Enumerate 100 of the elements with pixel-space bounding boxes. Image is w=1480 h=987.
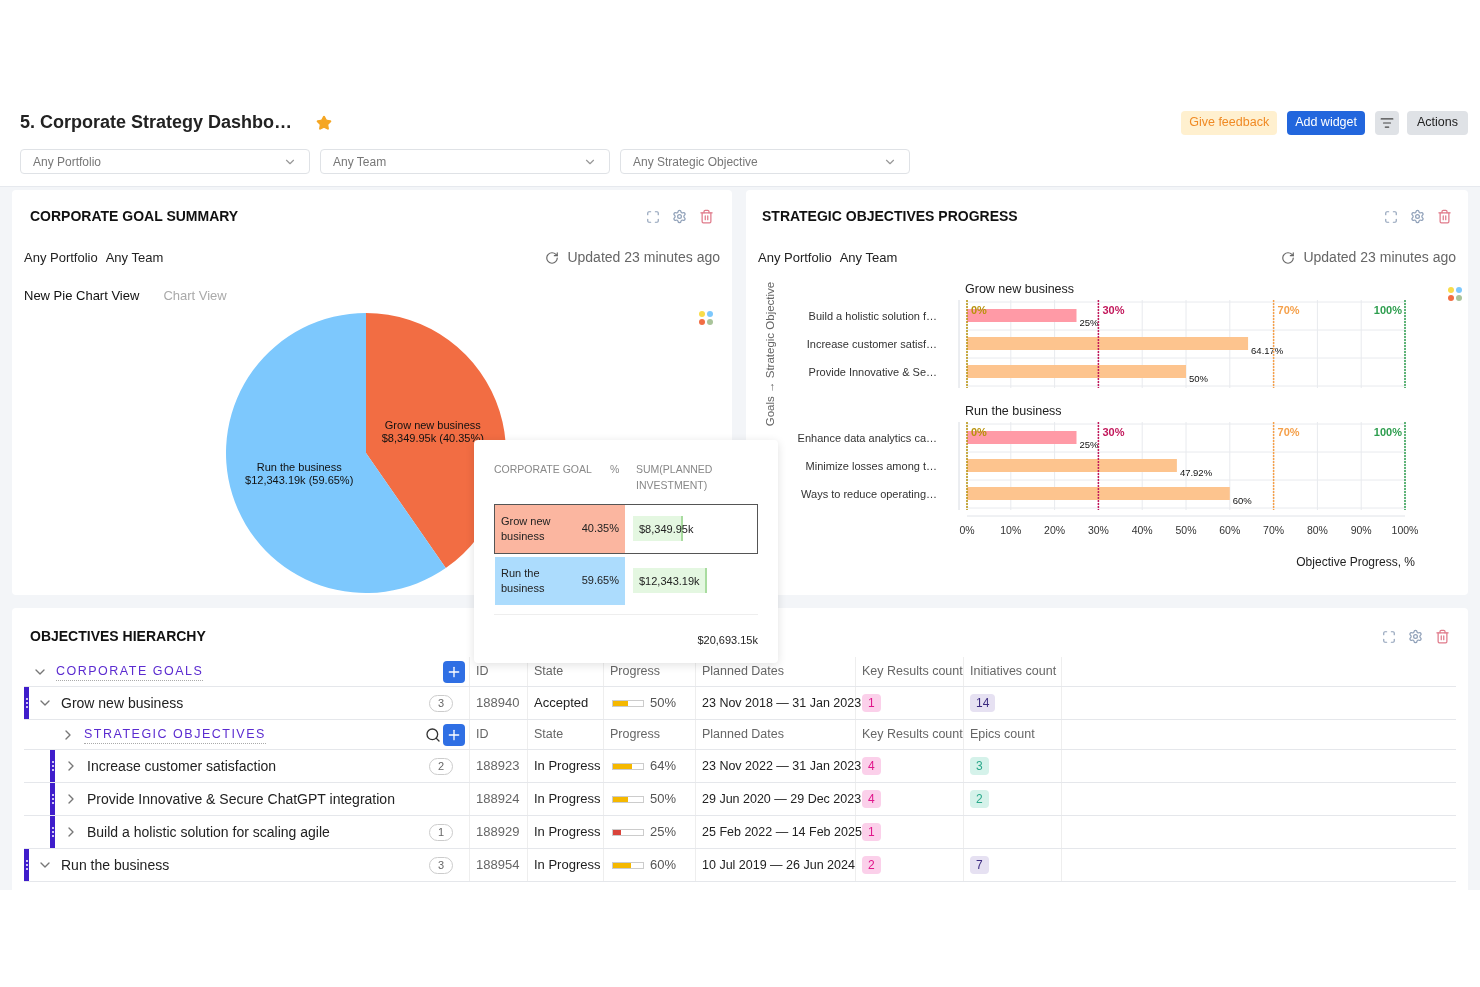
threshold-label: 100%: [1373, 426, 1402, 438]
drag-handle[interactable]: [50, 816, 55, 848]
row-title[interactable]: Grow new business: [61, 692, 184, 714]
progress-bar: [612, 762, 644, 770]
updated-label: Updated 23 minutes ago: [1303, 248, 1456, 267]
dates-cell-text: 25 Feb 2022 — 14 Feb 2025: [702, 823, 862, 841]
id-cell-text: 188923: [476, 757, 520, 776]
progress-value: 60%: [650, 856, 677, 875]
state-cell-text: Accepted: [534, 694, 589, 713]
palette-icon[interactable]: [1447, 286, 1463, 302]
dates-cell-text: 23 Nov 2022 — 31 Jan 2023: [702, 757, 862, 775]
section-label[interactable]: CORPORATE GOALS: [56, 661, 204, 682]
column-header: Planned Dates: [702, 663, 784, 681]
add-button[interactable]: [443, 723, 465, 746]
tick-label: 50%: [1175, 524, 1197, 536]
column-header: Epics count: [970, 726, 1035, 744]
settings-icon[interactable]: [1410, 209, 1425, 224]
sum-cell: $12,343.19k: [633, 568, 707, 593]
filter-label: Any Portfolio: [24, 248, 98, 267]
column-header: CORPORATE GOAL: [494, 462, 593, 477]
refresh-icon[interactable]: [1281, 250, 1296, 265]
drag-handle[interactable]: [50, 750, 55, 782]
actions-button[interactable]: Actions: [1407, 110, 1468, 135]
tick-label: 30%: [1087, 524, 1109, 536]
column-header: %: [610, 462, 621, 477]
refresh-icon[interactable]: [545, 250, 560, 265]
panel-title: CORPORATE GOAL SUMMARY: [30, 207, 239, 226]
column-header: State: [534, 726, 564, 744]
dashboard-title: 5. Corporate Strategy Dashbo…: [20, 111, 293, 134]
row-title[interactable]: Increase customer satisfaction: [87, 755, 277, 777]
favorite-star-icon[interactable]: [316, 114, 333, 131]
axis-label: Build a holistic solution f…: [808, 310, 937, 322]
state-cell-text: In Progress: [534, 790, 601, 809]
delete-icon[interactable]: [699, 209, 714, 224]
dates-cell-text: 23 Nov 2018 — 31 Jan 2023: [702, 694, 862, 712]
row-title[interactable]: Build a holistic solution for scaling agile: [87, 821, 330, 843]
tick-label: 70%: [1263, 524, 1285, 536]
tick-label: 40%: [1131, 524, 1153, 536]
filter-dropdown[interactable]: Any Team: [320, 149, 610, 174]
add-widget-button[interactable]: Add widget: [1287, 110, 1365, 135]
view-tab[interactable]: New Pie Chart View: [24, 286, 140, 306]
state-cell-text: In Progress: [534, 856, 601, 875]
progress-bar: [612, 828, 644, 836]
column-header: ID: [476, 726, 489, 744]
progress-value: 50%: [650, 790, 677, 809]
slice-label: Run the business $12,343.19k (59.65%): [245, 460, 354, 486]
epics-badge: 2: [970, 790, 989, 808]
delete-icon[interactable]: [1437, 209, 1452, 224]
tick-label: 60%: [1219, 524, 1241, 536]
epics-badge: 3: [970, 757, 989, 775]
dates-cell-text: 10 Jul 2019 — 26 Jun 2024: [702, 856, 855, 874]
section-label[interactable]: STRATEGIC OBJECTIVES: [84, 724, 266, 745]
search-icon[interactable]: [425, 726, 441, 743]
row-title[interactable]: Run the business: [61, 854, 170, 876]
state-cell-text: In Progress: [534, 823, 601, 842]
goal-name: Run the business: [501, 565, 546, 596]
row-title[interactable]: Provide Innovative & Secure ChatGPT integration: [87, 788, 395, 810]
axis-label: Enhance data analytics ca…: [797, 432, 937, 444]
drag-handle[interactable]: [50, 783, 55, 815]
settings-icon[interactable]: [672, 209, 687, 224]
value-label: 60%: [1232, 495, 1252, 506]
threshold-label: 70%: [1277, 426, 1300, 438]
column-header: ID: [476, 663, 489, 681]
settings-icon[interactable]: [1408, 629, 1423, 644]
add-button[interactable]: [443, 660, 465, 683]
column-header: Initiatives count: [970, 663, 1057, 681]
column-header: SUM(PLANNED INVESTMENT): [636, 462, 714, 493]
initiatives-badge: 14: [970, 694, 996, 712]
key-results-badge: 4: [862, 757, 881, 775]
filter-dropdown[interactable]: Any Portfolio: [20, 149, 310, 174]
delete-icon[interactable]: [1435, 629, 1450, 644]
palette-icon[interactable]: [698, 309, 714, 326]
tick-label: 90%: [1350, 524, 1372, 536]
value-label: 64.17%: [1251, 345, 1284, 356]
tick-label: 100%: [1391, 524, 1419, 536]
column-header: Key Results count: [862, 663, 963, 681]
filter-dropdown[interactable]: Any Strategic Objective: [620, 149, 910, 174]
legend-row[interactable]: Grow new business 40.35% $8,349.95k: [494, 503, 758, 554]
tick-label: 20%: [1044, 524, 1066, 536]
progress-value: 50%: [650, 694, 677, 713]
progress-bar: [612, 795, 644, 803]
progress-value: 64%: [650, 757, 677, 776]
filter-button[interactable]: [1375, 110, 1399, 135]
progress-value: 25%: [650, 823, 677, 842]
tick-label: 10%: [1000, 524, 1022, 536]
threshold-label: 70%: [1277, 304, 1300, 316]
key-results-badge: 1: [862, 694, 881, 712]
percent-value: 59.65%: [581, 573, 619, 589]
drag-handle[interactable]: [24, 687, 29, 719]
drag-handle[interactable]: [24, 849, 29, 881]
threshold-label: 100%: [1373, 304, 1402, 316]
key-results-badge: 1: [862, 823, 881, 841]
id-cell-text: 188954: [476, 856, 520, 875]
value-label: 25%: [1079, 317, 1099, 328]
legend-row[interactable]: Run the business 59.65% $12,343.19k: [494, 555, 758, 606]
panel-title: OBJECTIVES HIERARCHY: [30, 627, 206, 646]
column-header: Planned Dates: [702, 726, 784, 744]
updated-label: Updated 23 minutes ago: [567, 248, 720, 267]
progress-bar: [612, 699, 644, 707]
axis-label: Increase customer satisf…: [806, 338, 937, 350]
